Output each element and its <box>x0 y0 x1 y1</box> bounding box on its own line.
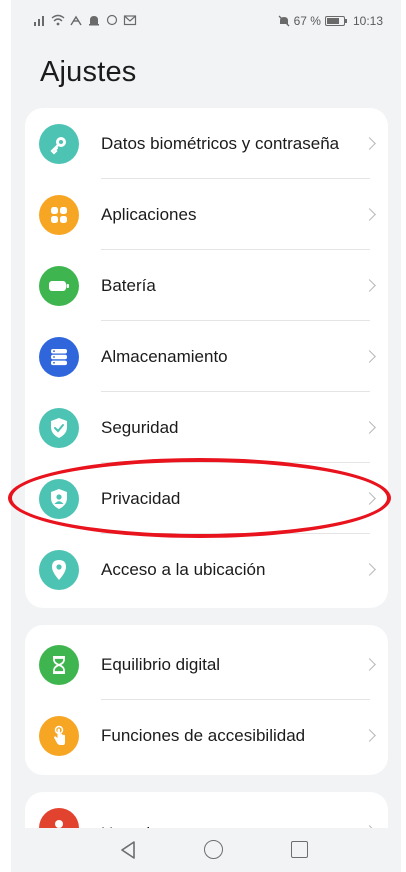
settings-item-label: Almacenamiento <box>101 346 228 366</box>
chevron-right-icon <box>363 421 376 434</box>
chevron-right-icon <box>363 350 376 363</box>
network-icon <box>70 15 82 26</box>
location-pin-icon <box>39 549 79 590</box>
settings-item-digital-balance[interactable]: Equilibrio digital <box>25 629 388 700</box>
settings-item-location[interactable]: Acceso a la ubicación <box>25 534 388 605</box>
recent-apps-icon[interactable] <box>291 841 308 858</box>
settings-screen: 67 % 10:13 Ajustes Datos biométricos y c… <box>11 0 401 872</box>
settings-group-wellbeing: Equilibrio digital Funciones de accesibi… <box>25 625 388 775</box>
chevron-right-icon <box>363 137 376 150</box>
settings-item-biometrics[interactable]: Datos biométricos y contraseña <box>25 108 388 179</box>
settings-item-label: Seguridad <box>101 417 179 437</box>
settings-item-storage[interactable]: Almacenamiento <box>25 321 388 392</box>
settings-item-accessibility[interactable]: Funciones de accesibilidad <box>25 700 388 771</box>
chevron-right-icon <box>363 208 376 221</box>
mute-bell-icon <box>278 15 290 27</box>
status-bar: 67 % 10:13 <box>11 0 401 40</box>
apps-grid-icon <box>39 194 79 235</box>
settings-item-label: Equilibrio digital <box>101 654 221 674</box>
wifi-icon <box>51 14 65 26</box>
settings-item-label: Aplicaciones <box>101 204 197 224</box>
settings-item-battery[interactable]: Batería <box>25 250 388 321</box>
home-icon[interactable] <box>204 840 223 859</box>
back-icon[interactable] <box>119 840 137 860</box>
battery-percent: 67 % <box>293 14 321 28</box>
settings-item-label: Batería <box>101 275 156 295</box>
battery-status-icon <box>324 16 347 26</box>
settings-item-label: Datos biométricos y contraseña <box>101 133 340 153</box>
page-title: Ajustes <box>40 56 137 88</box>
shield-check-icon <box>39 407 79 448</box>
key-icon <box>39 123 79 164</box>
mail-icon <box>123 15 137 26</box>
settings-item-apps[interactable]: Aplicaciones <box>25 179 388 250</box>
page-margin <box>401 0 406 872</box>
hand-touch-icon <box>39 715 79 756</box>
highlight-annotation <box>8 458 391 538</box>
settings-item-security[interactable]: Seguridad <box>25 392 388 463</box>
clock: 10:13 <box>352 14 383 28</box>
settings-item-label: Acceso a la ubicación <box>101 559 266 579</box>
hourglass-icon <box>39 644 79 685</box>
chevron-right-icon <box>363 563 376 576</box>
settings-item-label: Funciones de accesibilidad <box>101 725 306 745</box>
battery-icon <box>39 265 79 306</box>
circle-icon <box>106 14 118 26</box>
navigation-bar <box>11 828 401 872</box>
storage-icon <box>39 336 79 377</box>
chevron-right-icon <box>363 729 376 742</box>
notification-icon <box>89 16 99 26</box>
chevron-right-icon <box>363 658 376 671</box>
signal-icon <box>34 16 44 26</box>
status-left-icons <box>33 14 137 26</box>
status-right-icons: 67 % 10:13 <box>278 14 383 28</box>
chevron-right-icon <box>363 279 376 292</box>
